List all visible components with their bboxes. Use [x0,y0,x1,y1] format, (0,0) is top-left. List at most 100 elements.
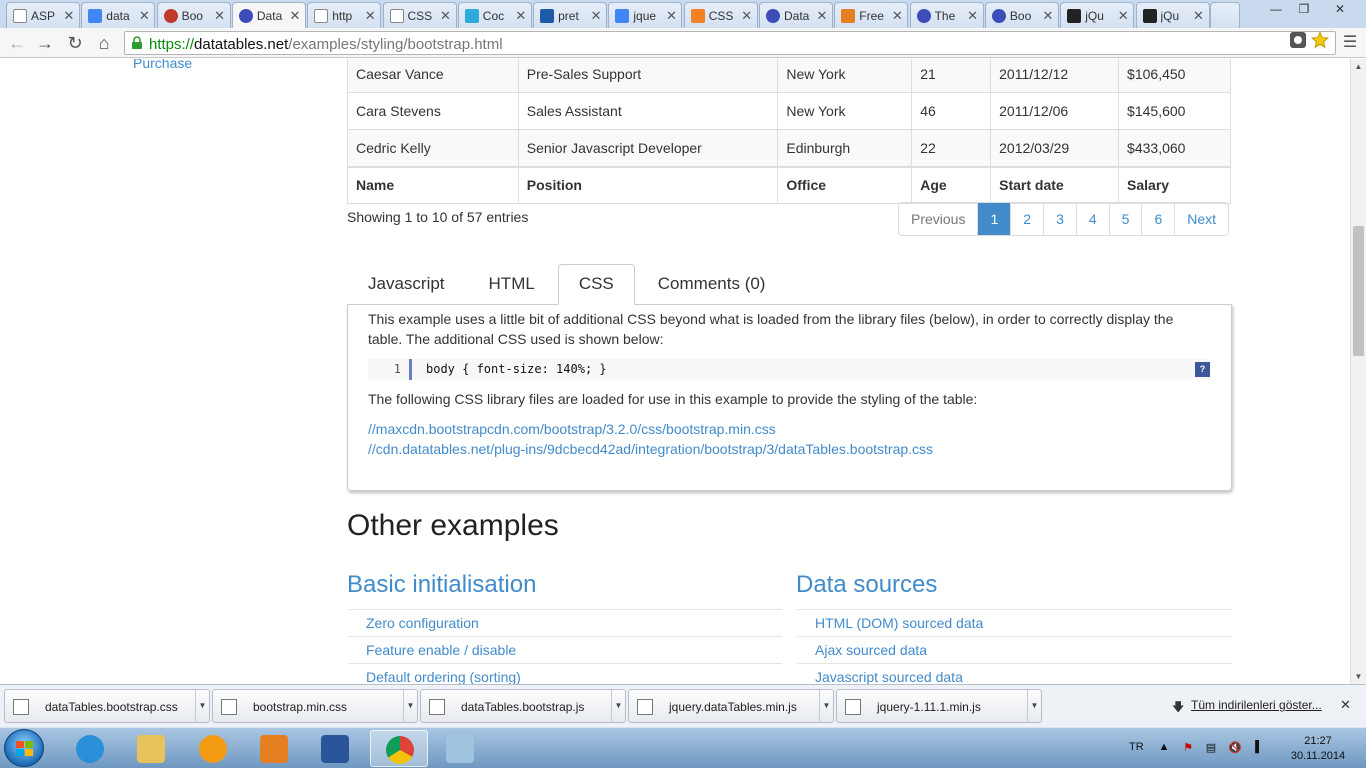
close-tab-icon[interactable]: ✕ [589,8,603,24]
close-tab-icon[interactable]: ✕ [288,8,302,24]
download-menu-icon[interactable]: ▼ [1027,690,1041,722]
download-menu-icon[interactable]: ▼ [195,690,209,722]
tab-javascript[interactable]: Javascript [347,264,466,304]
tab-css[interactable]: CSS [557,264,635,305]
pagination-page[interactable]: 1 [977,203,1011,235]
pagination-page[interactable]: 3 [1043,203,1076,235]
tab-comments[interactable]: Comments (0) [637,264,787,304]
start-button[interactable] [4,729,44,767]
network-icon[interactable]: ▌ [1252,741,1266,755]
pagination-previous[interactable]: Previous [899,203,977,235]
browser-tab[interactable]: ASP ✕ [6,2,80,28]
menu-icon[interactable]: ☰ [1339,32,1361,54]
taskbar-button[interactable] [61,730,119,767]
table-row[interactable]: Caesar Vance Pre-Sales Support New York 21 2… [347,59,1231,93]
example-link[interactable]: Default ordering (sorting) [366,669,521,684]
taskbar-button[interactable] [184,730,242,767]
close-window-icon[interactable]: ✕ [1318,0,1362,20]
example-link[interactable]: HTML (DOM) sourced data [815,615,983,631]
taskbar-button[interactable] [122,730,180,767]
scroll-up-icon[interactable]: ▲ [1351,59,1366,74]
library-link-bootstrap-css[interactable]: //maxcdn.bootstrapcdn.com/bootstrap/3.2.… [368,421,776,437]
close-tab-icon[interactable]: ✕ [815,8,829,24]
browser-tab[interactable]: jQu ✕ [1135,2,1210,28]
browser-tab[interactable]: jQu ✕ [1060,2,1135,28]
bookmark-star-icon[interactable] [1311,31,1329,49]
browser-tab[interactable]: The ✕ [909,2,984,28]
browser-tab[interactable]: data ✕ [81,2,156,28]
sidebar-link-purchase[interactable]: Purchase [133,59,192,71]
address-bar[interactable]: https://datatables.net/examples/styling/… [124,31,1336,55]
taskbar-button[interactable] [370,730,428,767]
volume-muted-icon[interactable]: 🔇 [1228,741,1242,755]
show-hidden-icons-icon[interactable]: ▲ [1157,741,1171,755]
home-icon[interactable]: ⌂ [93,32,115,54]
close-tab-icon[interactable]: ✕ [1116,8,1130,24]
minimize-icon[interactable]: — [1262,0,1290,20]
forward-arrow-icon[interactable]: → [34,32,56,54]
browser-tab[interactable]: Boo ✕ [984,2,1059,28]
download-item[interactable]: dataTables.bootstrap.js ▼ [420,689,626,723]
show-all-downloads-link[interactable]: Tüm indirilenleri göster... [1191,698,1322,712]
restore-icon[interactable]: ❐ [1290,0,1318,20]
close-tab-icon[interactable]: ✕ [62,8,76,24]
pagination-next[interactable]: Next [1174,203,1228,235]
help-icon[interactable]: ? [1195,362,1210,377]
reload-icon[interactable]: ↻ [64,32,86,54]
scroll-down-icon[interactable]: ▼ [1351,669,1366,684]
basic-initialisation-heading[interactable]: Basic initialisation [347,571,536,599]
column-header[interactable]: Position [517,165,779,204]
download-menu-icon[interactable]: ▼ [403,690,417,722]
column-header[interactable]: Name [347,165,519,204]
page-scrollbar[interactable]: ▲ ▼ [1350,59,1366,684]
device-icon[interactable]: ▤ [1204,741,1218,755]
pagination-page[interactable]: 2 [1010,203,1043,235]
browser-tab[interactable]: CSS ✕ [382,2,457,28]
close-tab-icon[interactable]: ✕ [137,8,151,24]
pagination-page[interactable]: 4 [1075,203,1109,235]
close-tab-icon[interactable]: ✕ [664,8,678,24]
example-link[interactable]: Javascript sourced data [815,669,963,684]
column-header[interactable]: Office [777,165,913,204]
tab-html[interactable]: HTML [468,264,556,304]
browser-tab[interactable]: CSS ✕ [683,2,758,28]
browser-tab[interactable]: Free ✕ [834,2,909,28]
extension-icon[interactable] [1289,31,1307,49]
close-tab-icon[interactable]: ✕ [439,8,453,24]
back-arrow-icon[interactable]: ← [6,32,28,54]
close-tab-icon[interactable]: ✕ [363,8,377,24]
data-sources-heading[interactable]: Data sources [796,571,937,599]
library-link-datatables-bootstrap-css[interactable]: //cdn.datatables.net/plug-ins/9dcbecd42a… [368,441,933,457]
pagination-page[interactable]: 6 [1141,203,1174,235]
download-item[interactable]: jquery-1.11.1.min.js ▼ [836,689,1042,723]
close-tab-icon[interactable]: ✕ [213,8,227,24]
close-tab-icon[interactable]: ✕ [1041,8,1055,24]
table-row[interactable]: Cedric Kelly Senior Javascript Developer E… [347,129,1231,167]
taskbar-button[interactable] [306,730,364,767]
language-indicator[interactable]: TR [1129,741,1144,753]
taskbar-button[interactable] [245,730,303,767]
system-clock[interactable]: 21:27 30.11.2014 [1287,734,1349,764]
table-row[interactable]: Cara Stevens Sales Assistant New York 46 201… [347,92,1231,130]
close-downloads-icon[interactable]: ✕ [1340,697,1351,713]
download-menu-icon[interactable]: ▼ [611,690,625,722]
close-tab-icon[interactable]: ✕ [966,8,980,24]
close-tab-icon[interactable]: ✕ [890,8,904,24]
close-tab-icon[interactable]: ✕ [740,8,754,24]
column-header[interactable]: Start date [990,165,1120,204]
column-header[interactable]: Salary [1118,165,1231,204]
browser-tab[interactable]: Data ✕ [231,2,306,28]
browser-tab[interactable]: pret ✕ [533,2,608,28]
download-item[interactable]: dataTables.bootstrap.css ▼ [4,689,210,723]
action-center-icon[interactable]: ⚑ [1181,741,1195,755]
close-tab-icon[interactable]: ✕ [1192,8,1206,24]
browser-tab[interactable]: Coc ✕ [457,2,532,28]
scrollbar-thumb[interactable] [1353,226,1364,356]
browser-tab[interactable]: Boo ✕ [156,2,231,28]
example-link[interactable]: Ajax sourced data [815,642,927,658]
example-link[interactable]: Feature enable / disable [366,642,516,658]
column-header[interactable]: Age [911,165,992,204]
close-tab-icon[interactable]: ✕ [514,8,528,24]
new-tab-button[interactable] [1210,2,1240,28]
download-item[interactable]: jquery.dataTables.min.js ▼ [628,689,834,723]
